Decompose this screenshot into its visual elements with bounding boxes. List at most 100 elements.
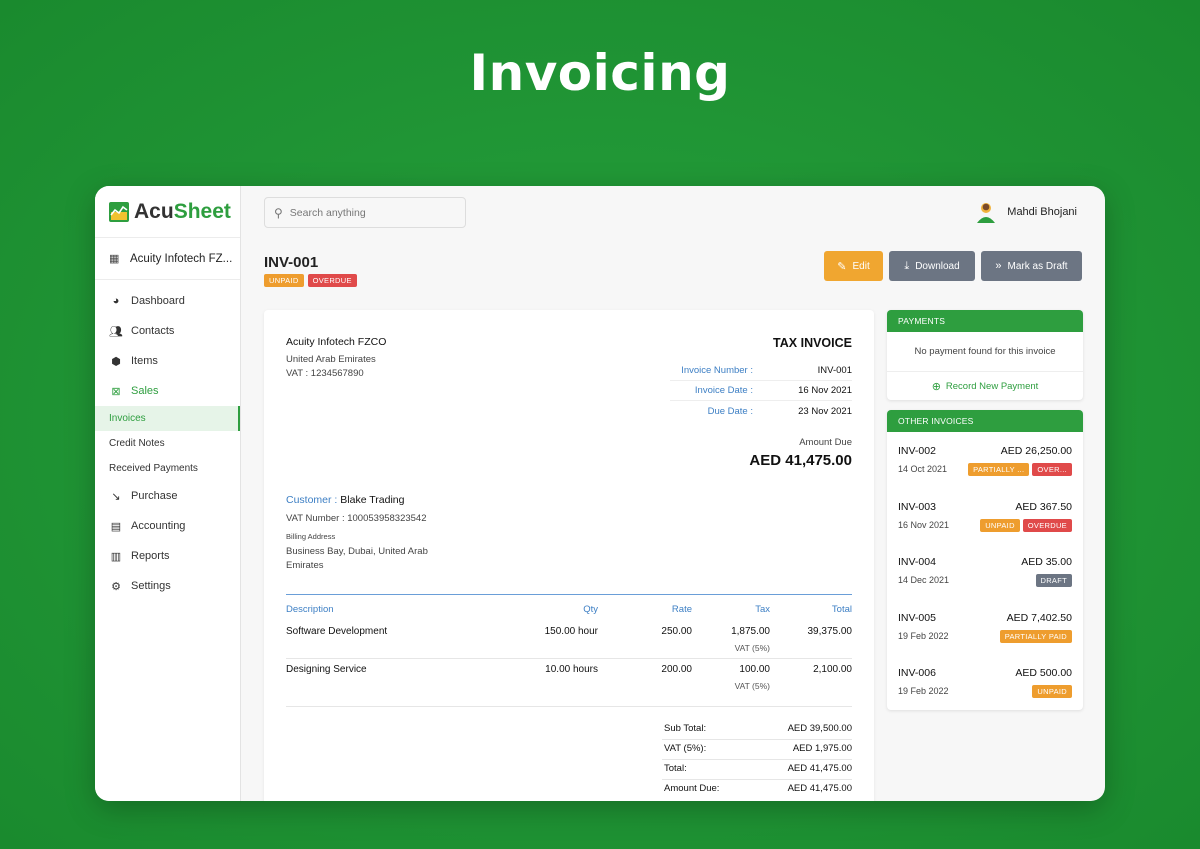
hero-title: Invoicing <box>0 44 1200 102</box>
invoice-amount: AED 367.50 <box>1015 501 1072 513</box>
line-total: 39,375.00 <box>808 626 853 637</box>
status-badge: DRAFT <box>1036 574 1073 587</box>
edit-button[interactable]: ✎ Edit <box>824 251 883 281</box>
total-value: AED 41,475.00 <box>788 763 852 774</box>
list-item[interactable]: INV-003 AED 367.50 16 Nov 2021 UNPAID OV… <box>887 488 1083 544</box>
gear-icon: ⚙ <box>109 580 123 593</box>
line-tax: 100.00 <box>704 664 770 675</box>
sidebar-item-label: Reports <box>131 550 170 562</box>
invoice-amount: AED 26,250.00 <box>1001 445 1072 457</box>
app-window: AcuSheet ▦ Acuity Infotech FZ... ◕ Dashb… <box>95 186 1105 801</box>
customer-name[interactable]: Blake Trading <box>340 494 404 506</box>
list-item[interactable]: INV-002 AED 26,250.00 14 Oct 2021 PARTIA… <box>887 432 1083 488</box>
mark-as-draft-button[interactable]: » Mark as Draft <box>981 251 1082 281</box>
customer: Customer : Blake Trading <box>286 494 405 506</box>
invoice-badges: PARTIALLY PAID <box>1000 630 1072 643</box>
sidebar-item-accounting[interactable]: ▤ Accounting <box>95 511 240 541</box>
search-input[interactable]: ⚲ Search anything <box>264 197 466 228</box>
download-button[interactable]: ⤓ Download <box>889 251 975 281</box>
trend-down-icon: ↘ <box>109 490 123 503</box>
avatar <box>975 201 997 223</box>
list-item[interactable]: INV-005 AED 7,402.50 19 Feb 2022 PARTIAL… <box>887 599 1083 655</box>
status-badge: PARTIALLY PAID <box>1000 630 1072 643</box>
book-icon: ▤ <box>109 520 123 533</box>
sidebar-item-contacts[interactable]: 👥︎ Contacts <box>95 316 240 346</box>
sidebar-item-label: Dashboard <box>131 295 185 307</box>
sidebar-item-label: Contacts <box>131 325 174 337</box>
company-vat: VAT : 1234567890 <box>286 368 364 379</box>
sidebar-item-label: Sales <box>131 385 159 397</box>
sidebar-item-dashboard[interactable]: ◕ Dashboard <box>95 286 240 316</box>
invoice-date: 14 Oct 2021 <box>898 464 947 474</box>
invoice-number: INV-005 <box>898 612 936 624</box>
sidebar-item-purchase[interactable]: ↘ Purchase <box>95 481 240 511</box>
billing-address: Business Bay, Dubai, United Arab Emirate… <box>286 545 446 573</box>
user-menu[interactable]: Mahdi Bhojani <box>975 201 1077 223</box>
status-badge: OVERDUE <box>1023 519 1072 532</box>
invoice-badges: UNPAID <box>1032 685 1072 698</box>
meta-due-date: Due Date : 23 Nov 2021 <box>670 401 852 421</box>
page-title: INV-001 <box>264 254 318 271</box>
meta-value: 23 Nov 2021 <box>767 406 852 417</box>
vat-value: AED 1,975.00 <box>793 743 852 754</box>
invoice-date: 16 Nov 2021 <box>898 520 949 530</box>
status-badge: UNPAID <box>1032 685 1072 698</box>
total-label: Total: <box>664 763 687 774</box>
sidebar-item-sales[interactable]: ⊠ Sales <box>95 376 240 406</box>
invoice-date: 19 Feb 2022 <box>898 631 949 641</box>
row-divider <box>286 658 852 659</box>
sidebar-item-items[interactable]: ⬢ Items <box>95 346 240 376</box>
col-header-qty: Qty <box>574 604 598 615</box>
user-name: Mahdi Bhojani <box>1007 206 1077 218</box>
line-qty: 150.00 hour <box>498 626 598 637</box>
line-rate: 250.00 <box>624 626 692 637</box>
totals-divider <box>662 739 852 740</box>
building-icon: ▦ <box>109 252 123 265</box>
list-item[interactable]: INV-004 AED 35.00 14 Dec 2021 DRAFT <box>887 543 1083 599</box>
sidebar-subitem-received-payments[interactable]: Received Payments <box>95 456 240 481</box>
vat-label: VAT (5%): <box>664 743 706 754</box>
other-invoices-title: OTHER INVOICES <box>887 410 1083 432</box>
invoice-document: Acuity Infotech FZCO United Arab Emirate… <box>264 310 874 801</box>
billing-address-label: Billing Address <box>286 532 335 541</box>
payments-empty-message: No payment found for this invoice <box>887 332 1083 372</box>
sidebar-item-label: Settings <box>131 580 171 592</box>
status-badge: OVERDUE <box>308 274 357 287</box>
report-icon: ▥ <box>109 550 123 563</box>
line-qty: 10.00 hours <box>498 664 598 675</box>
logo[interactable]: AcuSheet <box>95 186 240 238</box>
amount-due-value: AED 41,475.00 <box>749 452 852 469</box>
status-badges: UNPAID OVERDUE <box>264 274 357 287</box>
pencil-icon: ✎ <box>837 260 846 273</box>
amount-due-total-label: Amount Due: <box>664 783 719 794</box>
org-selector[interactable]: ▦ Acuity Infotech FZ... <box>95 238 240 280</box>
line-rate: 200.00 <box>624 664 692 675</box>
sidebar-item-settings[interactable]: ⚙ Settings <box>95 571 240 601</box>
invoice-amount: AED 7,402.50 <box>1007 612 1072 624</box>
invoice-number: INV-003 <box>898 501 936 513</box>
amount-due-label: Amount Due <box>799 437 852 448</box>
sidebar-item-reports[interactable]: ▥ Reports <box>95 541 240 571</box>
line-description: Designing Service <box>286 664 367 675</box>
line-tax-note: VAT (5%) <box>704 643 770 653</box>
line-total: 2,100.00 <box>813 664 852 675</box>
edit-button-label: Edit <box>852 261 869 272</box>
invoice-badges: PARTIALLY ... OVER... <box>968 463 1072 476</box>
invoice-date: 14 Dec 2021 <box>898 575 949 585</box>
invoice-number: INV-006 <box>898 667 936 679</box>
status-badge: PARTIALLY ... <box>968 463 1029 476</box>
invoice-badges: DRAFT <box>1036 574 1073 587</box>
meta-value: INV-001 <box>767 365 852 376</box>
sidebar-subitem-credit-notes[interactable]: Credit Notes <box>95 431 240 456</box>
sidebar-item-label: Purchase <box>131 490 177 502</box>
subtotal-label: Sub Total: <box>664 723 706 734</box>
sidebar-item-label: Accounting <box>131 520 185 532</box>
list-item[interactable]: INV-006 AED 500.00 19 Feb 2022 UNPAID <box>887 654 1083 710</box>
totals-divider <box>662 779 852 780</box>
company-country: United Arab Emirates <box>286 354 376 365</box>
mark-as-draft-label: Mark as Draft <box>1008 261 1068 272</box>
sidebar-subitem-invoices[interactable]: Invoices <box>95 406 240 431</box>
customer-label: Customer : <box>286 494 337 506</box>
record-payment-button[interactable]: ⊕ Record New Payment <box>887 372 1083 400</box>
plus-circle-icon: ⊕ <box>932 380 941 393</box>
